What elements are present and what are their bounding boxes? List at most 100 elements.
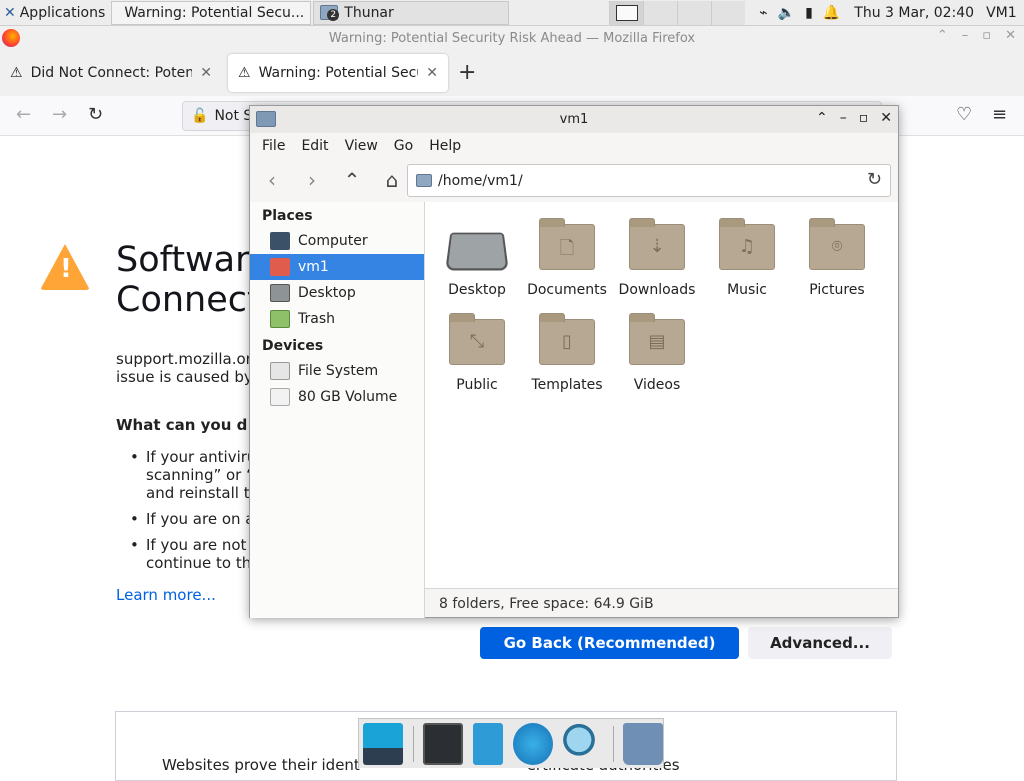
tab-did-not-connect[interactable]: ⚠ Did Not Connect: Potenti ✕ (0, 54, 222, 92)
workspace-1[interactable] (609, 1, 643, 25)
minimize-icon[interactable]: ⌃ (937, 28, 948, 43)
file-manager-icon[interactable] (473, 723, 503, 765)
menu-edit[interactable]: Edit (301, 138, 328, 154)
close-icon[interactable]: ✕ (1005, 28, 1016, 43)
folder-item-music[interactable]: ♫ Music (702, 214, 792, 304)
side-pane: Places Computer vm1 Desktop Trash Device… (250, 202, 425, 618)
folder-item-label: Music (696, 282, 798, 298)
sidebar-item-80gb-volume[interactable]: 80 GB Volume (250, 384, 424, 410)
reload-icon[interactable]: ↻ (867, 169, 882, 190)
folder-item-label: Templates (516, 377, 618, 393)
menu-view[interactable]: View (345, 138, 378, 154)
folder-item-label: Desktop (426, 282, 528, 298)
pocket-icon[interactable]: ♡ (956, 104, 972, 125)
reload-icon[interactable]: ↻ (88, 104, 103, 125)
system-tray: ⌁ 🔈 ▮ 🔔 (759, 5, 840, 21)
menu-file[interactable]: File (262, 138, 285, 154)
location-bar[interactable]: /home/vm1/ ↻ (407, 164, 891, 197)
close-icon[interactable]: ✕ (880, 110, 892, 126)
drive-icon (270, 388, 290, 406)
advice-list: If your antiviru scanning” or “ and rein… (130, 448, 256, 580)
folder-item-templates[interactable]: ▯ Templates (522, 309, 612, 399)
window-title: vm1 (560, 112, 589, 127)
sidebar-item-file-system[interactable]: File System (250, 358, 424, 384)
folder-item-public[interactable]: ⤡ Public (432, 309, 522, 399)
folder-item-desktop[interactable]: Desktop (432, 214, 522, 304)
battery-icon[interactable]: ▮ (805, 5, 813, 21)
parent-folder-icon[interactable]: ⌃ (334, 168, 370, 192)
thunar-titlebar[interactable]: vm1 ⌃ – ▫ ✕ (250, 106, 898, 133)
back-arrow-icon[interactable]: ‹ (254, 168, 290, 192)
folder-icon (416, 174, 432, 187)
workspace-3[interactable] (677, 1, 711, 25)
go-back-button[interactable]: Go Back (Recommended) (480, 627, 739, 659)
sidebar-item-desktop[interactable]: Desktop (250, 280, 424, 306)
error-title: Software Connect (116, 240, 270, 320)
menu-help[interactable]: Help (429, 138, 461, 154)
forward-arrow-icon[interactable]: → (52, 104, 67, 125)
taskbar-item-thunar[interactable]: 2 Thunar (313, 1, 509, 25)
tab-warning[interactable]: ⚠ Warning: Potential Secur ✕ (228, 54, 448, 92)
workspace-2[interactable] (643, 1, 677, 25)
status-bar: 8 folders, Free space: 64.9 GiB (425, 588, 898, 618)
documents-folder-icon: 🗋 (539, 224, 595, 270)
show-desktop-icon[interactable] (363, 723, 403, 765)
new-tab-button[interactable]: + (458, 60, 476, 85)
folder-item-pictures[interactable]: ⌾ Pictures (792, 214, 882, 304)
computer-icon (270, 232, 290, 250)
hamburger-menu-icon[interactable]: ≡ (992, 104, 1007, 125)
warning-icon: ⚠ (10, 65, 23, 81)
folder-item-videos[interactable]: ▤ Videos (612, 309, 702, 399)
advanced-button[interactable]: Advanced... (748, 627, 892, 659)
tab-label: Did Not Connect: Potenti (31, 65, 193, 81)
terminal-icon[interactable] (423, 723, 463, 765)
shade-icon[interactable]: ⌃ (816, 110, 828, 126)
sidebar-item-label: Desktop (298, 285, 356, 301)
web-browser-icon[interactable] (513, 723, 553, 765)
places-header: Places (250, 202, 424, 228)
clock[interactable]: Thu 3 Mar, 02:40 (854, 5, 974, 21)
workspace-4[interactable] (711, 1, 745, 25)
minimize-button[interactable]: – (840, 110, 847, 126)
public-folder-icon: ⤡ (449, 319, 505, 365)
menu-bar: File Edit View Go Help (250, 133, 898, 158)
folder-item-documents[interactable]: 🗋 Documents (522, 214, 612, 304)
volume-icon[interactable]: 🔈 (778, 5, 795, 21)
taskbar-item-label: Thunar (344, 5, 394, 21)
maximize-button[interactable]: ▫ (859, 110, 869, 126)
maximize-button[interactable]: ▫ (982, 28, 991, 43)
folder-item-downloads[interactable]: ⇣ Downloads (612, 214, 702, 304)
lock-warning-icon: 🔓 (191, 108, 208, 124)
forward-arrow-icon[interactable]: › (294, 168, 330, 192)
dock (358, 718, 664, 768)
sidebar-item-label: vm1 (298, 259, 329, 275)
notification-bell-icon[interactable]: 🔔 (823, 5, 840, 21)
warning-triangle-icon: ! (40, 244, 90, 290)
devices-header: Devices (250, 332, 424, 358)
menu-go[interactable]: Go (394, 138, 413, 154)
applications-menu[interactable]: ✕ Applications (0, 0, 109, 26)
back-arrow-icon[interactable]: ← (16, 104, 31, 125)
folder-icon[interactable] (623, 723, 663, 765)
close-tab-icon[interactable]: ✕ (426, 65, 438, 81)
folder-item-label: Pictures (786, 282, 888, 298)
taskbar-item-firefox[interactable]: Warning: Potential Secu... (111, 1, 311, 25)
window-count-badge: 2 (327, 9, 339, 21)
thunar-window: vm1 ⌃ – ▫ ✕ File Edit View Go Help ‹ › ⌃… (249, 105, 899, 618)
sidebar-item-trash[interactable]: Trash (250, 306, 424, 332)
learn-more-link[interactable]: Learn more... (116, 586, 216, 604)
location-path: /home/vm1/ (438, 173, 523, 189)
tab-label: Warning: Potential Secur (259, 65, 419, 81)
firefox-logo-icon (2, 29, 20, 47)
close-tab-icon[interactable]: ✕ (200, 65, 212, 81)
home-icon[interactable]: ⌂ (374, 168, 410, 192)
hostname-label: VM1 (986, 5, 1017, 21)
folder-item-label: Documents (516, 282, 618, 298)
search-icon[interactable] (563, 723, 603, 765)
network-icon[interactable]: ⌁ (759, 5, 767, 21)
sidebar-item-computer[interactable]: Computer (250, 228, 424, 254)
error-description: support.mozilla.or issue is caused by (116, 350, 253, 386)
minimize-button[interactable]: – (962, 28, 969, 43)
sidebar-item-vm1[interactable]: vm1 (250, 254, 424, 280)
not-secure-label: Not S (214, 108, 252, 124)
